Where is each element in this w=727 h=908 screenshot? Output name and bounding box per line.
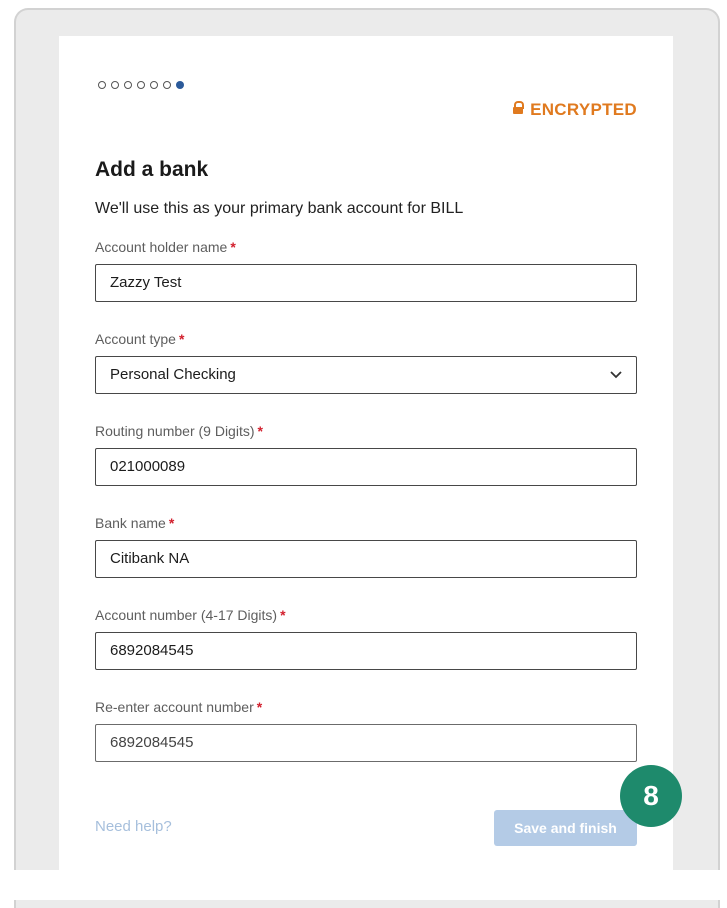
required-marker: * [257,423,263,439]
field-label: Routing number (9 Digits) [95,423,255,439]
page-title: Add a bank [95,158,209,181]
step-dot [111,81,119,89]
bank-name-field: Bank name * Citibank NA [95,514,637,578]
bank-name-input[interactable]: Citibank NA [95,540,637,578]
account-type-field: Account type * Personal Checking [95,330,637,394]
reenter-account-number-input[interactable]: 6892084545 [95,724,637,762]
save-and-finish-button[interactable]: Save and finish [494,810,637,846]
step-dot [137,81,145,89]
field-label: Bank name [95,515,166,531]
step-dot [98,81,106,89]
account-holder-name-input[interactable]: Zazzy Test [95,264,637,302]
required-marker: * [178,331,185,347]
account-number-input[interactable]: 6892084545 [95,632,637,670]
encrypted-indicator: ENCRYPTED [513,100,637,120]
step-dot [150,81,158,89]
step-dot [124,81,132,89]
field-label: Re-enter account number [95,699,254,715]
step-dot-active [176,81,184,89]
field-label: Account holder name [95,239,228,255]
field-label: Account type [95,331,176,347]
account-type-select[interactable]: Personal Checking [95,356,637,394]
account-type-value: Personal Checking [110,366,236,383]
chevron-down-icon [610,371,622,379]
routing-number-input[interactable]: 021000089 [95,448,637,486]
routing-number-field: Routing number (9 Digits) * 021000089 [95,422,637,486]
required-marker: * [256,699,263,715]
required-marker: * [168,515,175,531]
account-number-field: Account number (4-17 Digits) * 6892084545 [95,606,637,670]
encrypted-label: ENCRYPTED [530,100,637,119]
page-subtitle: We'll use this as your primary bank acco… [95,200,464,217]
required-marker: * [280,607,286,623]
add-bank-card: ENCRYPTED Add a bank We'll use this as y… [59,36,673,870]
step-dot [163,81,171,89]
need-help-link[interactable]: Need help? [95,818,172,835]
step-number-badge: 8 [620,765,682,827]
required-marker: * [230,239,236,255]
frame-bottom [14,870,720,900]
field-label: Account number (4-17 Digits) [95,607,278,623]
step-progress-dots [98,81,184,89]
account-holder-name-field: Account holder name * Zazzy Test [95,238,637,302]
reenter-account-number-field: Re-enter account number * 6892084545 [95,698,637,762]
lock-icon [513,101,525,114]
